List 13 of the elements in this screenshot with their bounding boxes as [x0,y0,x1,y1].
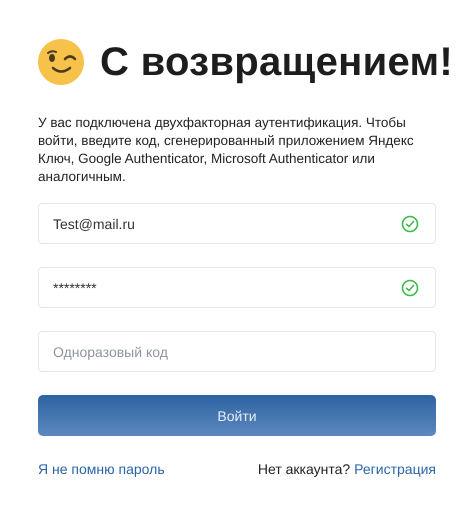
page-title: С возвращением! [100,40,453,84]
input-field[interactable]: Одноразовый код [38,331,436,372]
forgot-password-link[interactable]: Я не помню пароль [38,461,165,477]
signup-link[interactable]: Регистрация [354,461,436,477]
description-text: У вас подключена двухфакторная аутентификация. Чтобы войти, введите код, сгенерированный приложением Яндекс Ключ, Google Authenticator, Microsoft Authenticator или аналогичным. [38,114,415,186]
field-value: ******** [53,280,97,296]
field-value: Test@mail.ru [53,216,135,232]
input-field[interactable]: ******** [38,267,436,308]
input-field[interactable]: Test@mail.ru [38,203,436,244]
winking-face-icon [38,39,84,85]
field-placeholder: Одноразовый код [53,344,168,360]
login-button[interactable]: Войти [38,395,436,436]
signup-prompt: Нет аккаунта? [258,461,350,477]
